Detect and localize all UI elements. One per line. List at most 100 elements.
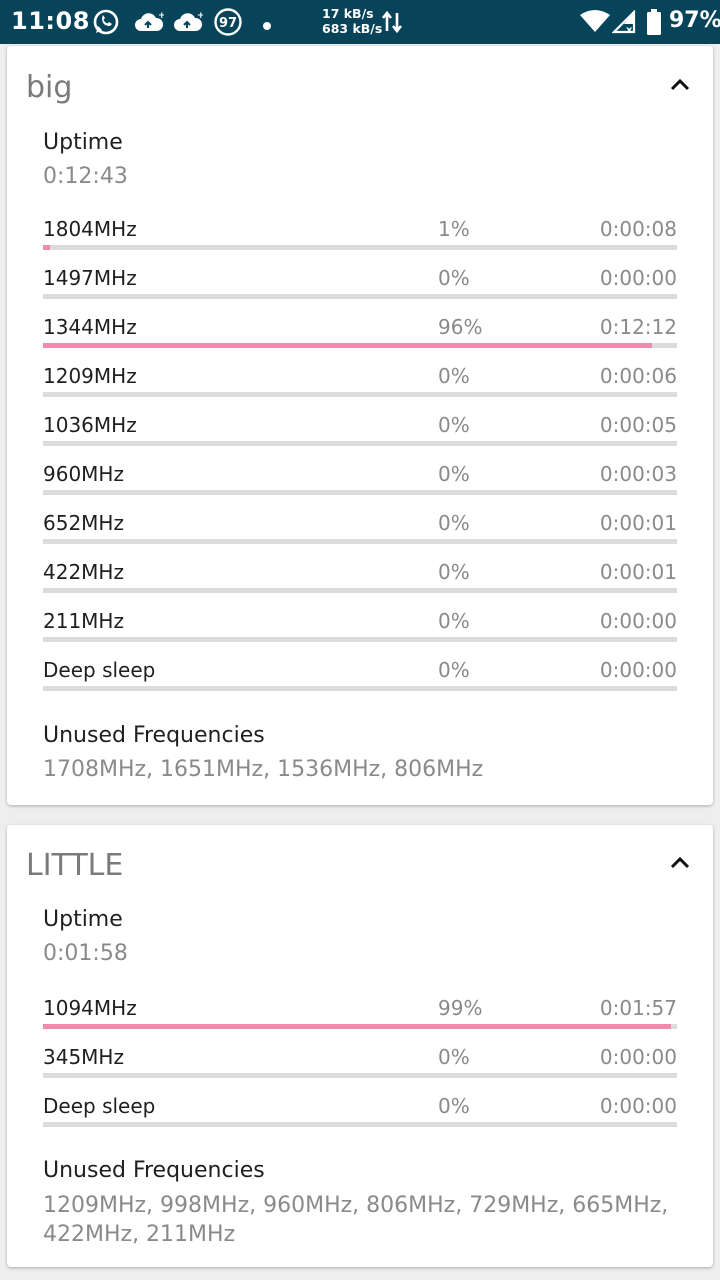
freq-time: 0:00:00 [599,266,677,290]
freq-percent: 99% [438,996,483,1020]
freq-row: Deep sleep 0% 0:00:00 [43,651,677,697]
usage-bar [43,686,677,691]
cluster-title: big [26,70,73,105]
freq-label: 345MHz [43,1045,124,1069]
chevron-up-icon [670,78,690,91]
unused-frequencies-label: Unused Frequencies [43,1158,265,1183]
usage-bar [43,294,677,299]
freq-percent: 0% [438,462,470,486]
battery-percent: 97% [669,8,720,33]
unused-frequencies-value: 1708MHz, 1651MHz, 1536MHz, 806MHz [43,757,484,782]
freq-label: 1497MHz [43,266,137,290]
usage-bar [43,392,677,397]
usage-bar [43,343,677,348]
freq-time: 0:00:01 [599,560,677,584]
freq-row: 960MHz 0% 0:00:03 [43,455,677,501]
status-bar: 11:08 + + 97 17 kB/s 683 kB/s x 97% [0,0,720,44]
freq-percent: 0% [438,1094,470,1118]
data-transfer-icon [381,9,403,39]
freq-time: 0:00:05 [599,413,677,437]
usage-bar [43,245,677,250]
usage-bar [43,1024,677,1029]
usage-bar [43,490,677,495]
freq-label: 1344MHz [43,315,137,339]
freq-label: 1209MHz [43,364,137,388]
freq-row: 211MHz 0% 0:00:00 [43,602,677,648]
wifi-icon [580,10,610,36]
freq-percent: 0% [438,560,470,584]
network-speed: 17 kB/s 683 kB/s [322,6,382,36]
freq-row: 1209MHz 0% 0:00:06 [43,357,677,403]
cluster-title: LITTLE [26,848,124,883]
svg-text:+: + [197,11,203,21]
uptime-value: 0:12:43 [43,164,128,189]
freq-label: Deep sleep [43,1094,156,1118]
usage-bar [43,637,677,642]
freq-row: 1036MHz 0% 0:00:05 [43,406,677,452]
collapse-button[interactable] [665,848,695,878]
freq-label: 211MHz [43,609,124,633]
freq-percent: 0% [438,511,470,535]
freq-label: 1036MHz [43,413,137,437]
chevron-up-icon [670,856,690,869]
freq-label: 960MHz [43,462,124,486]
freq-time: 0:12:12 [599,315,677,339]
freq-time: 0:01:57 [599,996,677,1020]
freq-label: Deep sleep [43,658,156,682]
usage-bar [43,588,677,593]
freq-row: 1094MHz 99% 0:01:57 [43,989,677,1035]
freq-label: 1804MHz [43,217,137,241]
usage-bar [43,1122,677,1127]
cloud-upload-icon: + [173,10,205,38]
freq-time: 0:00:08 [599,217,677,241]
badge-97-icon: 97 [213,7,243,41]
freq-percent: 0% [438,1045,470,1069]
usage-bar [43,539,677,544]
whatsapp-icon [92,8,120,40]
freq-percent: 0% [438,364,470,388]
freq-label: 1094MHz [43,996,137,1020]
net-down: 683 kB/s [322,21,383,36]
freq-time: 0:00:00 [599,609,677,633]
freq-time: 0:00:06 [599,364,677,388]
freq-label: 422MHz [43,560,124,584]
net-up: 17 kB/s [322,6,374,21]
unused-frequencies-value: 1209MHz, 998MHz, 960MHz, 806MHz, 729MHz,… [43,1193,669,1247]
freq-label: 652MHz [43,511,124,535]
dot-icon [262,16,272,35]
freq-row: 1344MHz 96% 0:12:12 [43,308,677,354]
freq-percent: 96% [438,315,483,339]
svg-text:+: + [158,11,164,21]
freq-time: 0:00:00 [599,658,677,682]
badge-count: 97 [219,16,237,31]
signal-icon: x [611,9,636,38]
uptime-label: Uptime [43,907,123,932]
freq-percent: 0% [438,413,470,437]
freq-time: 0:00:00 [599,1045,677,1069]
svg-text:x: x [626,25,633,34]
freq-row: 345MHz 0% 0:00:00 [43,1038,677,1084]
usage-bar [43,1073,677,1078]
uptime-label: Uptime [43,130,123,155]
battery-icon [647,9,661,39]
freq-percent: 0% [438,266,470,290]
freq-percent: 1% [438,217,470,241]
cluster-card-little: LITTLE Uptime 0:01:58 1094MHz 99% 0:01:5… [7,825,713,1267]
freq-row: 1497MHz 0% 0:00:00 [43,259,677,305]
cloud-upload-icon: + [134,10,166,38]
usage-bar [43,441,677,446]
freq-time: 0:00:00 [599,1094,677,1118]
freq-percent: 0% [438,609,470,633]
usage-bar-fill [43,245,50,250]
uptime-value: 0:01:58 [43,941,128,966]
cluster-card-big: big Uptime 0:12:43 1804MHz 1% 0:00:08 14… [7,46,713,805]
freq-row: 652MHz 0% 0:00:01 [43,504,677,550]
collapse-button[interactable] [665,70,695,100]
freq-percent: 0% [438,658,470,682]
usage-bar-fill [43,343,652,348]
freq-row: 422MHz 0% 0:00:01 [43,553,677,599]
freq-row: Deep sleep 0% 0:00:00 [43,1087,677,1133]
freq-row: 1804MHz 1% 0:00:08 [43,210,677,256]
usage-bar-fill [43,1024,671,1029]
freq-time: 0:00:03 [599,462,677,486]
